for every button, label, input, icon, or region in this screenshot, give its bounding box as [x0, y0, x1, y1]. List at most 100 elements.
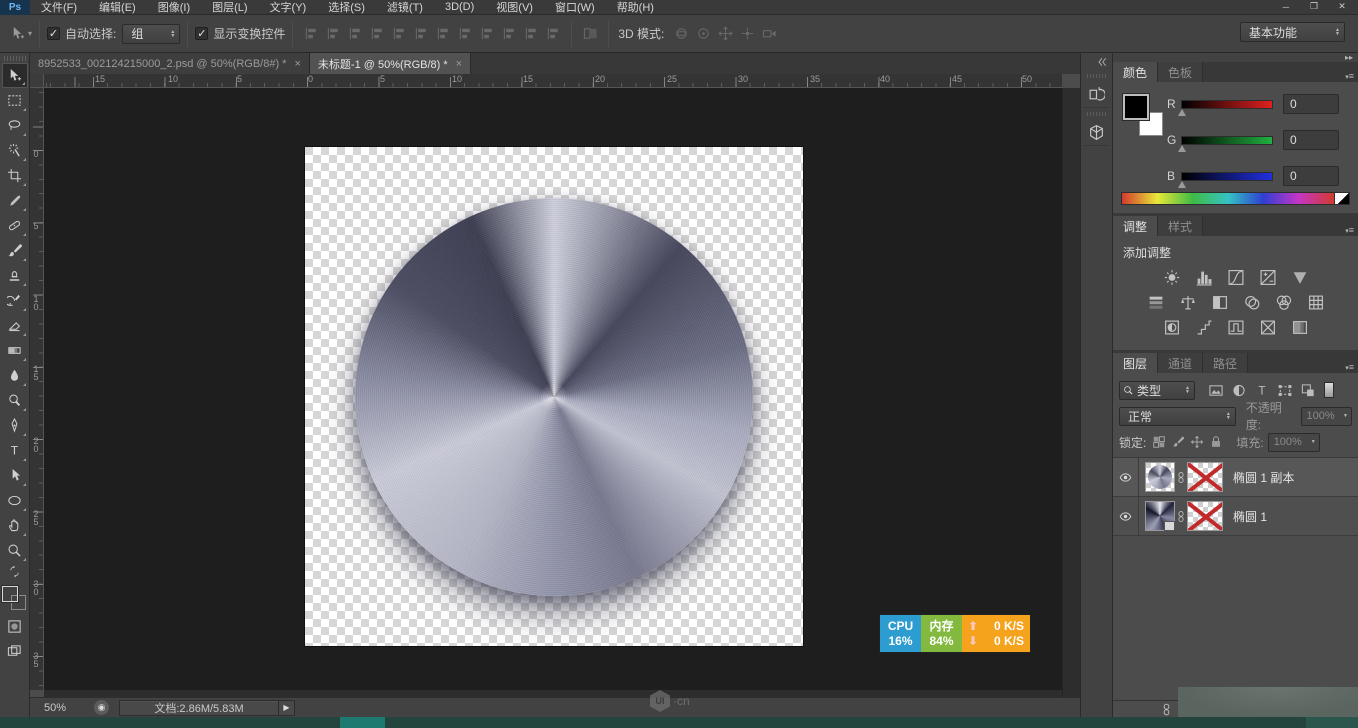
layers-tab-图层[interactable]: 图层: [1113, 353, 1158, 373]
filter-shape-icon[interactable]: [1274, 383, 1295, 398]
adjustments-tab-样式[interactable]: 样式: [1158, 216, 1203, 236]
document-artboard[interactable]: [304, 146, 804, 647]
3d-rotate-icon[interactable]: [670, 23, 692, 45]
dodge-tool[interactable]: [2, 388, 28, 413]
align-left-edges-icon[interactable]: [366, 23, 388, 45]
status-options-arrow[interactable]: ▶: [279, 700, 295, 716]
auto-select-checkbox[interactable]: ✓: [47, 27, 60, 40]
r-channel-value[interactable]: 0: [1283, 94, 1339, 114]
clone-stamp-tool[interactable]: [2, 263, 28, 288]
distribute-right-icon[interactable]: [542, 23, 564, 45]
color-lookup-icon[interactable]: [1303, 292, 1329, 312]
dock-grip[interactable]: [1087, 74, 1107, 78]
hand-tool[interactable]: [2, 513, 28, 538]
panel-foreground-swatch[interactable]: [1123, 94, 1149, 120]
link-layers-icon[interactable]: [1160, 703, 1173, 716]
align-right-edges-icon[interactable]: [410, 23, 432, 45]
adobe-drive-icon[interactable]: ◉: [94, 700, 109, 715]
layer-visibility-eye-icon[interactable]: [1113, 458, 1139, 496]
vibrance-icon[interactable]: [1287, 267, 1313, 287]
r-slider-thumb[interactable]: [1178, 109, 1186, 116]
layers-tab-通道[interactable]: 通道: [1158, 353, 1203, 373]
history-brush-tool[interactable]: [2, 288, 28, 313]
color-balance-icon[interactable]: [1175, 292, 1201, 312]
b-channel-slider[interactable]: [1181, 172, 1273, 181]
document-tab-2[interactable]: 未标题-1 @ 50%(RGB/8) *×: [310, 53, 471, 74]
vector-mask-thumbnail[interactable]: [1187, 462, 1223, 492]
collapse-panels-icon[interactable]: ▸▸: [1345, 53, 1353, 62]
photo-filter-icon[interactable]: [1239, 292, 1265, 312]
layer-filter-toggle[interactable]: [1324, 382, 1334, 398]
filter-smart-object-icon[interactable]: [1297, 383, 1318, 398]
spectrum-bw-endcap[interactable]: [1335, 192, 1350, 205]
levels-icon[interactable]: [1191, 267, 1217, 287]
path-selection-tool[interactable]: [2, 463, 28, 488]
color-tab-颜色[interactable]: 颜色: [1113, 62, 1158, 82]
filter-type-icon[interactable]: T: [1251, 383, 1272, 398]
menu-item-4[interactable]: 图层(L): [201, 0, 258, 15]
filter-pixel-icon[interactable]: [1205, 383, 1226, 398]
distribute-vertical-centers-icon[interactable]: [454, 23, 476, 45]
screen-mode-button[interactable]: [2, 639, 28, 664]
menu-item-11[interactable]: 帮助(H): [606, 0, 665, 15]
brightness-contrast-icon[interactable]: [1159, 267, 1185, 287]
lock-position-icon[interactable]: [1188, 435, 1205, 449]
workspace-switcher-dropdown[interactable]: 基本功能 ▲▼: [1240, 22, 1345, 42]
magic-wand-tool[interactable]: [2, 138, 28, 163]
distribute-bottom-icon[interactable]: [476, 23, 498, 45]
tab-close-icon[interactable]: ×: [456, 58, 462, 70]
pen-tool[interactable]: [2, 413, 28, 438]
close-button[interactable]: ✕: [1328, 0, 1356, 13]
show-transform-checkbox[interactable]: ✓: [195, 27, 208, 40]
zoom-tool[interactable]: [2, 538, 28, 563]
layers-panel-menu-icon[interactable]: ▾≡: [1345, 357, 1354, 375]
align-vertical-centers-icon[interactable]: [322, 23, 344, 45]
menu-item-1[interactable]: 文件(F): [30, 0, 88, 15]
3d-slide-icon[interactable]: [736, 23, 758, 45]
layer-thumbnail[interactable]: [1145, 501, 1175, 531]
exposure-icon[interactable]: [1255, 267, 1281, 287]
vertical-scrollbar[interactable]: [1062, 88, 1080, 697]
align-bottom-edges-icon[interactable]: [344, 23, 366, 45]
lasso-tool[interactable]: [2, 113, 28, 138]
g-channel-slider[interactable]: [1181, 136, 1273, 145]
blend-mode-dropdown[interactable]: 正常 ▲▼: [1119, 407, 1236, 426]
ellipse-tool[interactable]: [2, 488, 28, 513]
g-slider-thumb[interactable]: [1178, 145, 1186, 152]
document-tab-1[interactable]: 8952533_002124215000_2.psd @ 50%(RGB/8#)…: [30, 53, 310, 74]
adjustments-panel-menu-icon[interactable]: ▾≡: [1345, 220, 1354, 238]
move-tool[interactable]: [2, 63, 28, 88]
tool-preset-caret-icon[interactable]: ▾: [28, 29, 32, 38]
menu-item-7[interactable]: 滤镜(T): [376, 0, 434, 15]
opacity-field[interactable]: 100% ▼: [1301, 407, 1353, 426]
marquee-tool[interactable]: [2, 88, 28, 113]
lock-transparency-icon[interactable]: [1150, 435, 1167, 449]
brush-tool[interactable]: [2, 238, 28, 263]
layer-mask-link-icon[interactable]: [1175, 510, 1187, 523]
threshold-icon[interactable]: [1223, 317, 1249, 337]
eraser-tool[interactable]: [2, 313, 28, 338]
menu-item-2[interactable]: 编辑(E): [88, 0, 147, 15]
channel-mixer-icon[interactable]: [1271, 292, 1297, 312]
healing-brush-tool[interactable]: [2, 213, 28, 238]
hue-saturation-icon[interactable]: [1143, 292, 1169, 312]
layer-filter-type-dropdown[interactable]: 类型 ▲▼: [1119, 381, 1195, 400]
lock-paint-icon[interactable]: [1169, 435, 1186, 449]
dock-grip[interactable]: [1087, 112, 1107, 116]
color-panel-menu-icon[interactable]: ▾≡: [1345, 66, 1354, 84]
properties-panel-button[interactable]: [1083, 119, 1110, 146]
lock-all-icon[interactable]: [1207, 435, 1224, 449]
horizontal-scrollbar[interactable]: [44, 690, 1062, 697]
b-slider-thumb[interactable]: [1178, 181, 1186, 188]
distribute-horizontal-centers-icon[interactable]: [520, 23, 542, 45]
layer-mask-link-icon[interactable]: [1175, 471, 1187, 484]
align-horizontal-centers-icon[interactable]: [388, 23, 410, 45]
posterize-icon[interactable]: [1191, 317, 1217, 337]
align-top-edges-icon[interactable]: [300, 23, 322, 45]
crop-tool[interactable]: [2, 163, 28, 188]
menu-item-6[interactable]: 选择(S): [317, 0, 376, 15]
eyedropper-tool[interactable]: [2, 188, 28, 213]
minimize-button[interactable]: ─: [1272, 0, 1300, 13]
expand-panels-icon[interactable]: [1096, 56, 1108, 68]
gradient-map-icon[interactable]: [1255, 317, 1281, 337]
